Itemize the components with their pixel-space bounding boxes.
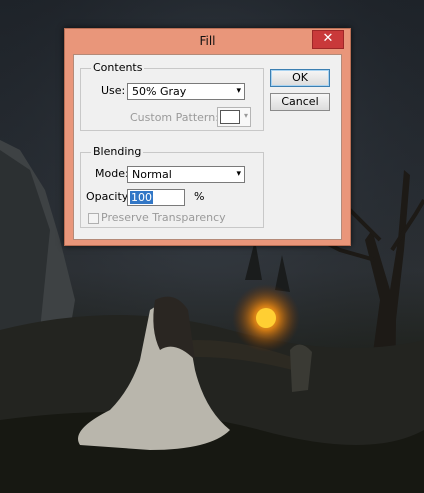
chevron-down-icon: ▾ xyxy=(236,86,241,96)
cancel-button[interactable]: Cancel xyxy=(270,93,330,111)
ok-button[interactable]: OK xyxy=(270,69,330,87)
opacity-input[interactable]: 100 xyxy=(127,189,185,206)
opacity-value: 100 xyxy=(130,191,153,204)
mode-label: Mode: xyxy=(95,167,129,180)
opacity-unit: % xyxy=(194,190,205,203)
mode-select[interactable]: Normal ▾ xyxy=(127,166,245,183)
mode-select-value: Normal xyxy=(132,168,172,181)
pattern-preview xyxy=(220,110,240,124)
dialog-title: Fill xyxy=(199,34,216,48)
custom-pattern-label: Custom Pattern: xyxy=(130,111,219,124)
close-button[interactable]: ✕ xyxy=(312,30,344,49)
fill-dialog: Fill ✕ Contents Use: 50% Gray ▾ Custom P… xyxy=(64,28,351,246)
preserve-transparency-label: Preserve Transparency xyxy=(101,211,226,224)
use-select[interactable]: 50% Gray ▾ xyxy=(127,83,245,100)
blending-group: Blending Mode: Normal ▾ Opacity: 100 % P… xyxy=(80,145,264,228)
contents-legend: Contents xyxy=(91,61,145,74)
opacity-label: Opacity: xyxy=(86,190,132,203)
dialog-titlebar[interactable]: Fill xyxy=(65,29,350,53)
use-label: Use: xyxy=(101,84,126,97)
cancel-button-label: Cancel xyxy=(281,95,319,108)
custom-pattern-picker[interactable]: ▾ xyxy=(217,107,251,127)
use-select-value: 50% Gray xyxy=(132,85,187,98)
dialog-body: Contents Use: 50% Gray ▾ Custom Pattern:… xyxy=(73,54,342,240)
close-icon: ✕ xyxy=(322,31,334,46)
chevron-down-icon: ▾ xyxy=(243,111,248,120)
blending-legend: Blending xyxy=(91,145,144,158)
ok-button-label: OK xyxy=(292,71,308,84)
chevron-down-icon: ▾ xyxy=(236,169,241,179)
contents-group: Contents Use: 50% Gray ▾ Custom Pattern:… xyxy=(80,61,264,131)
preserve-transparency-checkbox[interactable] xyxy=(88,213,99,224)
